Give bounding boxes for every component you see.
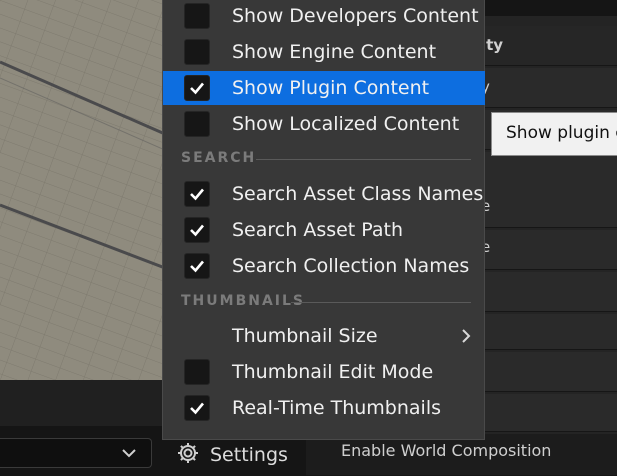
checkbox-unchecked[interactable] [184,111,210,137]
checkbox-unchecked[interactable] [184,3,210,29]
checkbox-checked[interactable] [184,217,210,243]
checkbox-checked[interactable] [184,395,210,421]
menu-item-real-time-thumbnails[interactable]: Real-Time Thumbnails [163,391,485,425]
menu-item-search-asset-path[interactable]: Search Asset Path [163,213,485,247]
menu-item-label: Show Localized Content [232,113,460,135]
menu-item-thumbnail-edit-mode[interactable]: Thumbnail Edit Mode [163,355,485,389]
checkbox-checked[interactable] [184,75,210,101]
menu-item-show-localized-content[interactable]: Show Localized Content [163,107,485,141]
checkbox-unchecked[interactable] [184,359,210,385]
menu-item-label: Thumbnail Size [232,325,378,347]
section-divider [256,159,471,160]
menu-item-show-engine-content[interactable]: Show Engine Content [163,35,485,69]
menu-item-label: Show Developers Content [232,5,479,27]
settings-menu: Show Developers Content Show Engine Cont… [162,0,485,440]
menu-item-label: Show Engine Content [232,41,437,63]
section-header-label: SEARCH [181,150,257,166]
settings-label: Settings [210,444,288,466]
checkmark-icon [190,402,204,415]
menu-item-show-plugin-content[interactable]: Show Plugin Content [163,71,485,105]
checkbox-checked[interactable] [184,253,210,279]
view-dropdown[interactable] [0,438,152,468]
gear-icon [176,441,200,470]
settings-button[interactable]: Settings [166,436,306,474]
section-header-search: SEARCH [181,150,471,170]
floor-grid-image [0,0,165,380]
menu-item-label: Search Collection Names [232,255,470,277]
level-viewport[interactable] [0,0,165,380]
menu-item-show-developers-content[interactable]: Show Developers Content [163,0,485,33]
menu-item-label: Search Asset Path [232,219,404,241]
section-header-thumbnails: THUMBNAILS [181,293,471,313]
tooltip: Show plugin c [491,112,617,156]
menu-item-search-asset-class-names[interactable]: Search Asset Class Names [163,177,485,211]
chevron-down-icon [121,445,137,465]
menu-item-label: Search Asset Class Names [232,183,484,205]
section-header-label: THUMBNAILS [181,293,306,309]
menu-item-thumbnail-size[interactable]: Thumbnail Size [163,319,485,353]
section-divider [291,302,471,303]
checkmark-icon [190,82,204,95]
menu-item-search-collection-names[interactable]: Search Collection Names [163,249,485,283]
viewport-footer [0,380,165,426]
checkmark-icon [190,260,204,273]
checkbox-unchecked[interactable] [184,39,210,65]
checkbox-checked[interactable] [184,181,210,207]
chevron-right-icon [459,327,473,349]
enable-world-composition-label: Enable World Composition [341,441,552,460]
checkmark-icon [190,188,204,201]
menu-item-label: Show Plugin Content [232,77,430,99]
checkmark-icon [190,224,204,237]
menu-item-label: Thumbnail Edit Mode [232,361,434,383]
menu-item-label: Real-Time Thumbnails [232,397,442,419]
